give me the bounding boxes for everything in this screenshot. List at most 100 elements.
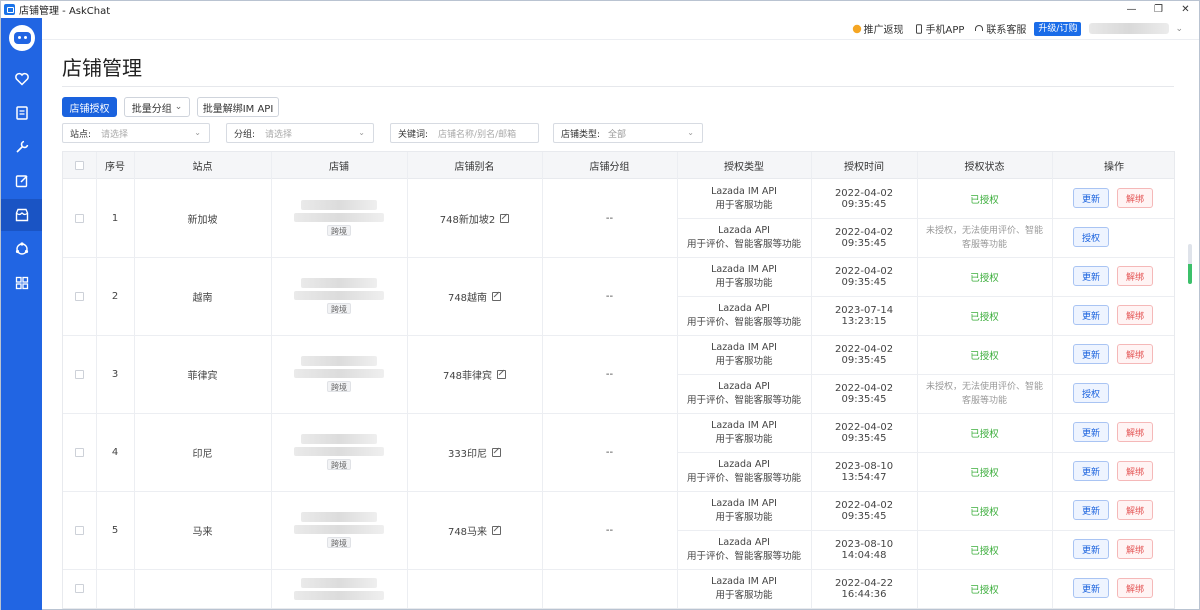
table-row: 3 菲律宾 跨境 748菲律宾 -- Lazada IM API 用于客服功能 2022-04… xyxy=(63,335,1174,413)
unbind-button[interactable]: 解绑 xyxy=(1117,461,1153,481)
edit-icon[interactable] xyxy=(492,525,502,535)
auth-status-text: 已授权 xyxy=(970,584,999,596)
chevron-down-icon: ⌄ xyxy=(194,128,201,137)
update-button[interactable]: 更新 xyxy=(1073,266,1109,286)
unbind-button[interactable]: 解绑 xyxy=(1117,266,1153,286)
header-site: 站点 xyxy=(192,162,213,173)
auth-status-text: 已授权 xyxy=(970,428,999,440)
share-icon[interactable] xyxy=(1,233,42,265)
update-button[interactable]: 更新 xyxy=(1073,305,1109,325)
batch-group-button[interactable]: 批量分组 ⌄ xyxy=(124,97,190,117)
unbind-button[interactable]: 解绑 xyxy=(1117,422,1153,442)
keyword-input[interactable]: 关键词: 店铺名称/别名/邮箱 xyxy=(390,123,539,143)
update-button[interactable]: 更新 xyxy=(1073,461,1109,481)
auth-type: Lazada IM API 用于客服功能 xyxy=(677,335,811,374)
authorize-button[interactable]: 授权 xyxy=(1073,383,1109,403)
auth-type-desc: 用于客服功能 xyxy=(715,433,773,445)
update-button[interactable]: 更新 xyxy=(1073,344,1109,364)
top-bar: 推广返现 手机APP 联系客服 升级/订购 ⌄ xyxy=(42,18,1199,40)
minimize-button[interactable]: — xyxy=(1118,1,1145,18)
shop-alias: 748越南 xyxy=(407,257,542,335)
coin-icon xyxy=(852,24,861,33)
divider xyxy=(62,86,1174,87)
auth-time: 2022-04-02 09:35:45 xyxy=(834,226,894,249)
mobile-app-link[interactable]: 手机APP xyxy=(914,21,964,36)
update-button[interactable]: 更新 xyxy=(1073,422,1109,442)
chevron-down-icon[interactable]: ⌄ xyxy=(1175,24,1183,34)
support-link[interactable]: 联系客服 xyxy=(974,21,1026,36)
header-auth-status: 授权状态 xyxy=(964,162,1005,173)
heart-icon[interactable] xyxy=(1,63,42,95)
unbind-button[interactable]: 解绑 xyxy=(1117,539,1153,559)
unbind-button[interactable]: 解绑 xyxy=(1117,344,1153,364)
auth-time: 2022-04-22 16:44:36 xyxy=(834,577,894,600)
edit-icon[interactable] xyxy=(500,213,510,223)
auth-status: 已授权 xyxy=(917,179,1052,218)
auth-type-name: Lazada IM API xyxy=(711,341,777,353)
update-button[interactable]: 更新 xyxy=(1073,578,1109,598)
row-checkbox[interactable] xyxy=(63,335,96,413)
auth-type-desc: 用于客服功能 xyxy=(715,589,773,601)
row-checkbox[interactable] xyxy=(63,413,96,491)
edit-icon[interactable] xyxy=(492,291,502,301)
auth-type-desc: 用于评价、智能客服等功能 xyxy=(686,316,801,328)
auth-time: 2022-04-02 09:35:45 xyxy=(834,499,894,522)
row-checkbox[interactable] xyxy=(63,569,96,608)
auth-type-desc: 用于评价、智能客服等功能 xyxy=(686,394,801,406)
row-number: 3 xyxy=(111,368,119,380)
shop-email-blurred xyxy=(294,291,384,300)
edit-icon[interactable] xyxy=(492,447,502,457)
auth-status: 已授权 xyxy=(917,491,1052,530)
apps-grid-icon[interactable] xyxy=(1,267,42,299)
batch-unbind-im-button[interactable]: 批量解绑IM API xyxy=(197,97,279,117)
upgrade-button[interactable]: 升级/订购 xyxy=(1034,21,1082,36)
document-icon[interactable] xyxy=(1,97,42,129)
header-auth-time: 授权时间 xyxy=(844,162,884,173)
scrollbar[interactable] xyxy=(1188,244,1192,284)
shop-email-blurred xyxy=(294,447,384,456)
unbind-button[interactable]: 解绑 xyxy=(1117,578,1153,598)
table-row: 2 越南 跨境 748越南 -- Lazada IM API 用于客服功能 2022-04-0… xyxy=(63,257,1174,335)
wrench-icon[interactable] xyxy=(1,131,42,163)
auth-time: 2023-08-10 13:54:47 xyxy=(834,460,894,483)
row-checkbox[interactable] xyxy=(63,179,96,257)
askchat-logo[interactable] xyxy=(9,25,35,51)
row-checkbox[interactable] xyxy=(63,491,96,569)
shop-name-blurred xyxy=(301,200,377,210)
shop-alias-text: 333印尼 xyxy=(447,448,488,460)
shop-name: 跨境 xyxy=(271,179,407,257)
unbind-button[interactable]: 解绑 xyxy=(1117,500,1153,520)
select-all-checkbox[interactable] xyxy=(63,152,96,179)
auth-status: 已授权 xyxy=(917,530,1052,569)
close-button[interactable]: ✕ xyxy=(1172,1,1199,18)
title-bar: 店铺管理 - AskChat — ❐ ✕ xyxy=(1,1,1199,18)
store-icon[interactable] xyxy=(1,199,42,231)
row-checkbox[interactable] xyxy=(63,257,96,335)
app-window: 店铺管理 - AskChat — ❐ ✕ 推广返现 手机APP 联系客服 升级/… xyxy=(0,0,1200,610)
shop-alias-text: 748马来 xyxy=(447,526,488,538)
shop-email-blurred xyxy=(294,213,384,222)
authorize-shop-button[interactable]: 店铺授权 xyxy=(62,97,117,117)
update-button[interactable]: 更新 xyxy=(1073,188,1109,208)
site-select[interactable]: 站点: 请选择 ⌄ xyxy=(62,123,210,143)
maximize-button[interactable]: ❐ xyxy=(1145,1,1172,18)
unbind-button[interactable]: 解绑 xyxy=(1117,188,1153,208)
update-button[interactable]: 更新 xyxy=(1073,539,1109,559)
auth-status: 已授权 xyxy=(917,257,1052,296)
shop-group: -- xyxy=(605,446,614,458)
group-select[interactable]: 分组: 请选择 ⌄ xyxy=(226,123,374,143)
user-account[interactable] xyxy=(1089,23,1170,34)
header-auth-type: 授权类型 xyxy=(724,162,764,173)
update-button[interactable]: 更新 xyxy=(1073,500,1109,520)
auth-type-desc: 用于客服功能 xyxy=(715,277,773,289)
shop-type-select[interactable]: 店铺类型: 全部 ⌄ xyxy=(553,123,703,143)
shop-group: -- xyxy=(605,212,614,224)
edit-icon[interactable] xyxy=(497,369,507,379)
table-row: Lazada IM API 用于客服功能 2022-04-22 16:44:36 已授… xyxy=(63,569,1174,608)
promo-link[interactable]: 推广返现 xyxy=(852,21,904,36)
edit-icon[interactable] xyxy=(1,165,42,197)
auth-time: 2022-04-02 09:35:45 xyxy=(834,187,894,210)
authorize-button[interactable]: 授权 xyxy=(1073,227,1109,247)
auth-type-name: Lazada API xyxy=(718,536,770,548)
unbind-button[interactable]: 解绑 xyxy=(1117,305,1153,325)
